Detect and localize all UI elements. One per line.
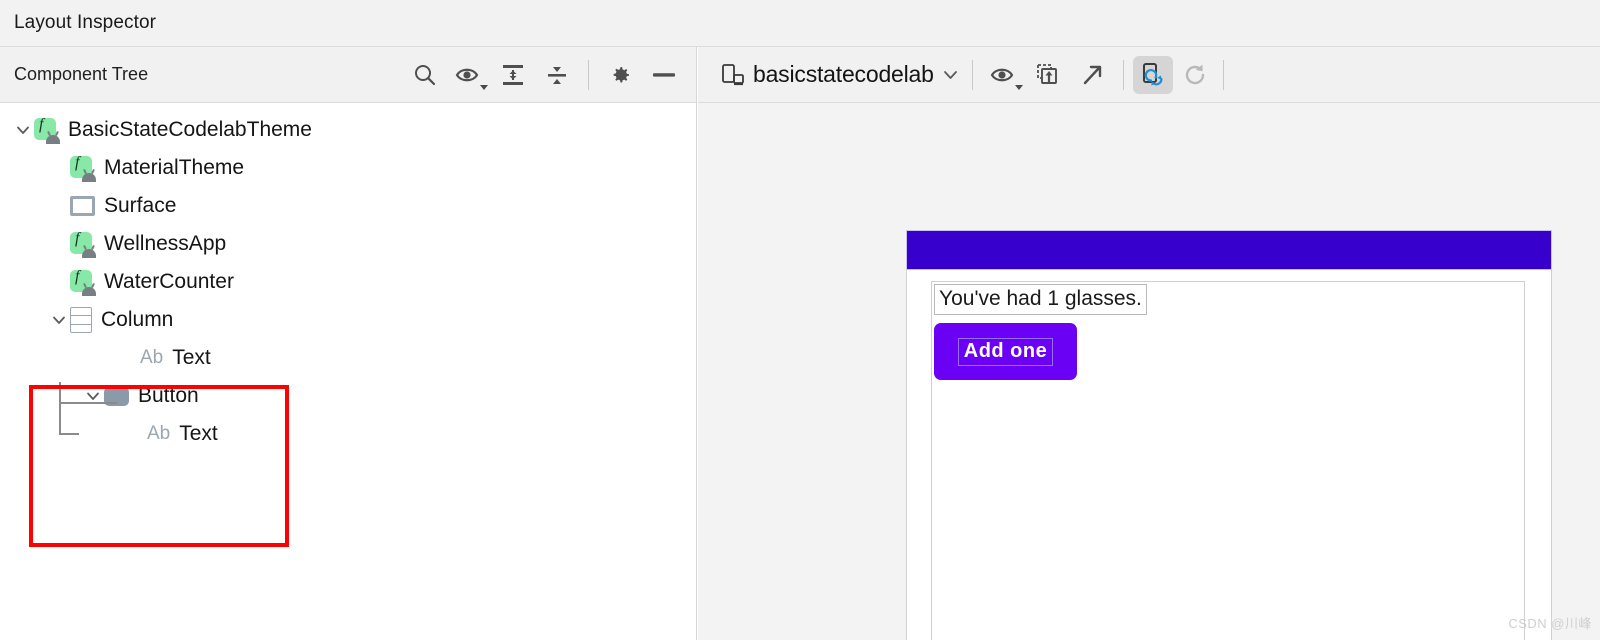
tree-item-wellnessapp[interactable]: f WellnessApp (0, 225, 695, 263)
tree-item-label: WellnessApp (104, 232, 227, 255)
tree-item-label: Button (138, 384, 199, 407)
live-updates-icon[interactable] (1132, 55, 1173, 94)
counter-text: You've had 1 glasses. (934, 284, 1147, 315)
device-name-label: basicstatecodelab (753, 61, 934, 87)
component-tree-panel: Component Tree f BasicStateCodelabTheme … (0, 47, 697, 640)
add-one-button-label: Add one (957, 337, 1054, 366)
load-overlay-icon-glyph (1036, 63, 1057, 84)
settings-gear-icon[interactable] (598, 53, 642, 97)
tree-item-column[interactable]: Column (0, 301, 695, 339)
collapse-all-icon[interactable] (535, 53, 579, 97)
expand-all-icon-glyph (503, 64, 523, 85)
composable-function-icon: f (34, 116, 60, 144)
tree-item-label: Surface (104, 194, 177, 217)
expand-arrow-icon-glyph (1083, 65, 1101, 84)
composable-function-icon: f (70, 154, 96, 182)
component-tree-label: Component Tree (14, 64, 149, 84)
chevron-down-icon[interactable] (941, 65, 960, 84)
toolbar-separator (1122, 59, 1124, 90)
minimize-icon[interactable] (642, 53, 686, 97)
tree-item-label: Text (172, 346, 211, 369)
search-icon-glyph (415, 64, 436, 85)
component-tree[interactable]: f BasicStateCodelabTheme f MaterialTheme… (0, 103, 695, 640)
filter-visibility-icon[interactable] (447, 53, 491, 97)
toolbar-separator (588, 59, 589, 90)
minus-icon-glyph (653, 72, 675, 77)
column-bounds-outline: You've had 1 glasses. Add one (931, 281, 1525, 640)
toolbar-separator (971, 59, 973, 90)
tree-item-materialtheme[interactable]: f MaterialTheme (0, 149, 695, 187)
column-icon (70, 307, 92, 333)
layout-inspector-window: Layout Inspector Component Tree f BasicS… (0, 0, 1600, 640)
preview-toolbar: basicstatecodelab (698, 47, 1600, 103)
app-bar (906, 230, 1552, 270)
collapse-all-icon-glyph (548, 66, 566, 84)
add-one-button[interactable]: Add one (934, 323, 1077, 380)
gear-icon-glyph (613, 66, 629, 82)
tree-item-label: MaterialTheme (104, 156, 245, 179)
watermark: CSDN @川峰 (1508, 616, 1592, 631)
tree-item-text-1[interactable]: Ab Text (0, 339, 695, 377)
tree-item-basicstatecodelabtheme[interactable]: f BasicStateCodelabTheme (0, 111, 695, 149)
tree-item-label: BasicStateCodelabTheme (68, 118, 312, 141)
toolbar-separator (1222, 59, 1224, 90)
eye-icon-glyph (990, 68, 1014, 81)
device-selector[interactable]: basicstatecodelab (720, 61, 960, 88)
chevron-down-icon[interactable] (12, 119, 34, 141)
composable-function-icon: f (70, 268, 96, 296)
chevron-down-icon[interactable] (48, 309, 70, 331)
window-title-bar: Layout Inspector (0, 0, 1600, 47)
refresh-icon[interactable] (1173, 53, 1217, 97)
tree-item-label: WaterCounter (104, 270, 234, 293)
snapshot-expand-icon[interactable] (1070, 53, 1114, 97)
page-title: Layout Inspector (14, 12, 157, 33)
live-updates-icon-glyph (1142, 62, 1163, 86)
view-options-icon[interactable] (982, 53, 1026, 97)
tree-item-label: Text (179, 422, 218, 445)
surface-icon (70, 196, 95, 216)
tree-item-watercounter[interactable]: f WaterCounter (0, 263, 695, 301)
component-tree-toolbar: Component Tree (0, 47, 696, 103)
chevron-down-icon (1014, 84, 1023, 90)
refresh-icon-glyph (1185, 64, 1204, 84)
text-ab-icon: Ab (147, 423, 171, 444)
tree-item-surface[interactable]: Surface (0, 187, 695, 225)
device-preview-panel: basicstatecodelab You've had 1 glasses. … (698, 47, 1600, 640)
chevron-down-icon (480, 84, 488, 90)
text-ab-icon: Ab (140, 347, 164, 368)
layer-overlay-icon[interactable] (1026, 53, 1070, 97)
device-screen-icon (722, 63, 744, 85)
device-preview-canvas[interactable]: You've had 1 glasses. Add one (698, 103, 1600, 640)
tree-item-label: Column (101, 308, 174, 331)
search-icon[interactable] (403, 53, 447, 97)
tree-connector-lines (59, 382, 119, 442)
composable-function-icon: f (70, 230, 96, 258)
eye-icon-glyph (455, 68, 479, 81)
expand-all-icon[interactable] (491, 53, 535, 97)
